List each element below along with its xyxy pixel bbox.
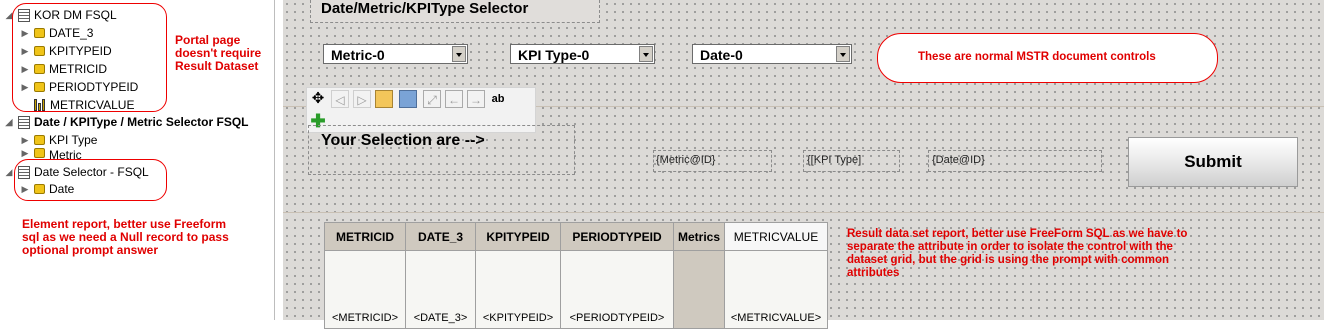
date-selector[interactable]: Date-0 xyxy=(692,44,852,64)
field-text: {Metric@ID} xyxy=(656,154,716,166)
grid-cell: <PERIODTYPEID> xyxy=(560,250,674,329)
tree-item-report2[interactable]: ◢ Date / KPIType / Metric Selector FSQL xyxy=(4,114,249,130)
attribute-icon xyxy=(34,135,45,145)
result-dataset-note: Result data set report, better use FreeF… xyxy=(847,228,1187,280)
object-tree-panel: ◢ KOR DM FSQL ▶ DATE_3 ▶ KPITYPEID ▶ MET… xyxy=(0,0,275,320)
note-line: attributes xyxy=(847,267,900,279)
selector-value: Date-0 xyxy=(700,47,743,63)
tree-item-label: KPI Type xyxy=(49,133,98,147)
group-icon[interactable] xyxy=(399,90,417,108)
section-divider xyxy=(283,212,1324,213)
note-line: Result Dataset xyxy=(175,59,259,73)
note-line: optional prompt answer xyxy=(22,243,159,257)
annotation-circle xyxy=(14,159,167,201)
metric-field[interactable]: {Metric@ID} xyxy=(653,150,772,172)
tree-item-label: Date / KPIType / Metric Selector FSQL xyxy=(34,115,249,129)
grid-header-cell[interactable]: PERIODTYPEID xyxy=(560,222,674,251)
right-arrow-icon[interactable]: → xyxy=(467,90,485,108)
date-field[interactable]: {Date@ID} xyxy=(928,150,1102,172)
dropdown-arrow-icon[interactable] xyxy=(836,46,850,62)
selector-value: Metric-0 xyxy=(331,47,385,63)
grid-cell: <METRICVALUE> xyxy=(724,250,828,329)
left-arrow-icon[interactable]: ← xyxy=(445,90,463,108)
dropdown-arrow-icon[interactable] xyxy=(452,46,466,62)
grid-header-cell[interactable]: METRICVALUE xyxy=(724,222,828,251)
metric-selector[interactable]: Metric-0 xyxy=(323,44,468,64)
attribute-icon xyxy=(34,148,45,158)
grid-cell xyxy=(673,250,725,329)
collapse-caret-icon[interactable]: ◢ xyxy=(4,167,14,178)
selector-value: KPI Type-0 xyxy=(518,47,590,63)
kpi-type-selector[interactable]: KPI Type-0 xyxy=(510,44,655,64)
dropdown-arrow-icon[interactable] xyxy=(639,46,653,62)
submit-button[interactable]: Submit xyxy=(1128,137,1298,187)
field-text: {Date@ID} xyxy=(932,154,985,166)
selection-box[interactable]: Your Selection are --> xyxy=(308,125,575,175)
portal-note: Portal page doesn't require Result Datas… xyxy=(175,34,261,73)
grid-cell: <DATE_3> xyxy=(405,250,476,329)
note-line: dataset grid, but the grid is using the … xyxy=(847,254,1170,266)
expand-caret-icon[interactable]: ▶ xyxy=(20,135,30,146)
collapse-caret-icon[interactable]: ◢ xyxy=(4,117,14,128)
note-line: Result data set report, better use FreeF… xyxy=(847,228,1188,240)
spell-icon[interactable]: ab xyxy=(489,90,507,108)
grid-header-cell[interactable]: KPITYPEID xyxy=(475,222,561,251)
result-dataset-grid[interactable]: METRICID DATE_3 KPITYPEID PERIODTYPEID M… xyxy=(324,222,828,329)
report-icon xyxy=(18,115,30,129)
section-title-box[interactable]: Date/Metric/KPIType Selector xyxy=(310,0,600,23)
section-title: Date/Metric/KPIType Selector xyxy=(321,0,529,17)
controls-note-bubble: These are normal MSTR document controls xyxy=(877,33,1218,83)
move-icon[interactable]: ✥ xyxy=(309,90,327,108)
note-line: separate the attribute in order to isola… xyxy=(847,241,1173,253)
insert-icon[interactable] xyxy=(375,90,393,108)
element-report-note: Element report, better use Freeform sql … xyxy=(22,218,229,257)
kpi-type-field[interactable]: {[KPI Type] xyxy=(803,150,900,172)
grid-cell: <KPITYPEID> xyxy=(475,250,561,329)
field-text: {[KPI Type] xyxy=(807,154,862,166)
grid-header-cell[interactable]: Metrics xyxy=(673,222,725,251)
grid-header-cell[interactable]: DATE_3 xyxy=(405,222,476,251)
selection-label: Your Selection are --> xyxy=(321,132,485,149)
expand-icon[interactable]: ⤢ xyxy=(423,90,441,108)
forward-icon[interactable]: ▷ xyxy=(353,90,371,108)
expand-caret-icon[interactable]: ▶ xyxy=(20,148,30,159)
grid-cell: <METRICID> xyxy=(324,250,406,329)
back-icon[interactable]: ◁ xyxy=(331,90,349,108)
annotation-circle xyxy=(12,3,167,112)
tree-item-attribute[interactable]: ▶ KPI Type xyxy=(20,132,98,148)
controls-note: These are normal MSTR document controls xyxy=(918,51,1156,63)
grid-header-cell[interactable]: METRICID xyxy=(324,222,406,251)
